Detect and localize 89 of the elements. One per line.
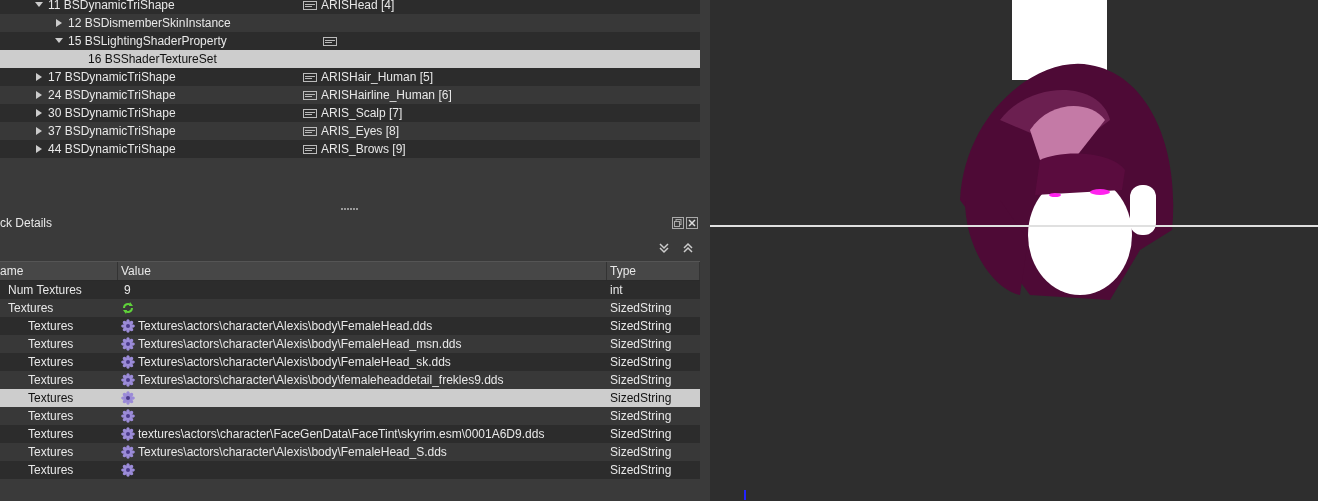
node-label: 37 BSDynamicTriShape — [48, 124, 176, 138]
property-type: SizedString — [609, 445, 673, 459]
property-row[interactable]: Textures SizedString — [0, 461, 700, 479]
tree-item[interactable]: 15 BSLightingShaderProperty — [0, 32, 700, 50]
property-name: Textures — [28, 373, 74, 387]
tree-item[interactable]: 11 BSDynamicTriShape ARISHead [4] — [0, 0, 700, 14]
float-icon[interactable] — [672, 217, 684, 229]
property-type: int — [609, 283, 624, 297]
property-name: Num Textures — [8, 283, 82, 297]
collapsed-arrow-icon[interactable] — [35, 127, 43, 135]
collapsed-arrow-icon[interactable] — [55, 19, 63, 27]
property-type: SizedString — [609, 427, 673, 441]
tree-item[interactable]: 30 BSDynamicTriShape ARIS_Scalp [7] — [0, 104, 700, 122]
panel-title: ck Details — [0, 216, 52, 230]
node-label: 17 BSDynamicTriShape — [48, 70, 176, 84]
property-name: Textures — [28, 337, 74, 351]
expanded-arrow-icon[interactable] — [35, 1, 43, 9]
text-tag-icon — [303, 108, 317, 118]
property-name: Textures — [28, 409, 74, 423]
property-name: Textures — [28, 445, 74, 459]
property-value: Textures\actors\character\Alexis\body\FemaleHead_msn.dds — [138, 337, 462, 351]
node-label: 16 BSShaderTextureSet — [88, 52, 217, 66]
collapsed-arrow-icon[interactable] — [35, 73, 43, 81]
collapsed-arrow-icon[interactable] — [35, 109, 43, 117]
node-label: 24 BSDynamicTriShape — [48, 88, 176, 102]
property-name: Textures — [28, 391, 74, 405]
flower-icon — [121, 319, 135, 333]
text-tag-icon — [303, 144, 317, 154]
tree-item[interactable]: 44 BSDynamicTriShape ARIS_Brows [9] — [0, 140, 700, 158]
property-type: SizedString — [609, 355, 673, 369]
node-name: ARISHairline_Human [6] — [321, 88, 452, 102]
property-value: Textures\actors\character\Alexis\body\FemaleHead_sk.dds — [138, 355, 451, 369]
flower-icon — [121, 355, 135, 369]
node-name: ARISHair_Human [5] — [321, 70, 434, 84]
property-row[interactable]: Textures textures\actors\character\FaceGenData\FaceTint\skyrim.esm\0001A6D9.dds SizedString — [0, 425, 700, 443]
column-header[interactable]: ame — [0, 262, 118, 280]
property-name: Textures — [8, 301, 54, 315]
node-name: ARISHead [4] — [321, 0, 395, 12]
text-tag-icon — [303, 126, 317, 136]
collapsed-arrow-icon[interactable] — [35, 145, 43, 153]
flower-icon — [121, 391, 135, 405]
flower-icon — [121, 463, 135, 477]
node-label: 11 BSDynamicTriShape — [48, 0, 175, 12]
chevron-down-icon[interactable] — [658, 242, 670, 254]
tree-item[interactable]: 17 BSDynamicTriShape ARISHair_Human [5] — [0, 68, 700, 86]
property-value: Textures\actors\character\Alexis\body\FemaleHead_S.dds — [138, 445, 447, 459]
text-tag-icon — [323, 36, 337, 46]
property-type: SizedString — [609, 409, 673, 423]
node-label: 12 BSDismemberSkinInstance — [68, 16, 231, 30]
node-name: ARIS_Brows [9] — [321, 142, 406, 156]
property-type: SizedString — [609, 319, 673, 333]
close-icon[interactable] — [686, 217, 698, 229]
text-tag-icon — [303, 0, 317, 10]
property-row[interactable]: Textures Textures\actors\character\Alexis\body\FemaleHead_sk.dds SizedString — [0, 353, 700, 371]
property-value: textures\actors\character\FaceGenData\FaceTint\skyrim.esm\0001A6D9.dds — [138, 427, 545, 441]
flower-icon — [121, 373, 135, 387]
flower-icon — [121, 445, 135, 459]
expanded-arrow-icon[interactable] — [55, 37, 63, 45]
property-row[interactable]: Textures Textures\actors\character\Alexis\body\FemaleHead.dds SizedString — [0, 317, 700, 335]
node-name: ARIS_Eyes [8] — [321, 124, 400, 138]
flower-icon — [121, 337, 135, 351]
node-label: 44 BSDynamicTriShape — [48, 142, 176, 156]
refresh-icon — [121, 301, 135, 315]
property-row[interactable]: Num Textures 9 int — [0, 281, 700, 299]
flower-icon — [121, 409, 135, 423]
splitter-handle-icon[interactable] — [341, 208, 359, 211]
property-row[interactable]: Textures SizedString — [0, 389, 700, 407]
property-name: Textures — [28, 427, 74, 441]
flower-icon — [121, 427, 135, 441]
column-header[interactable]: Value — [118, 262, 607, 280]
property-name: Textures — [28, 463, 74, 477]
property-name: Textures — [28, 319, 74, 333]
property-value: Textures\actors\character\Alexis\body\femaleheaddetail_frekles9.dds — [138, 373, 504, 387]
collapsed-arrow-icon[interactable] — [35, 91, 43, 99]
property-type: SizedString — [609, 463, 673, 477]
property-name: Textures — [28, 355, 74, 369]
chevron-up-icon[interactable] — [682, 242, 694, 254]
property-type: SizedString — [609, 337, 673, 351]
text-tag-icon — [303, 72, 317, 82]
text-tag-icon — [303, 90, 317, 100]
property-type: SizedString — [609, 391, 673, 405]
property-value: Textures\actors\character\Alexis\body\FemaleHead.dds — [138, 319, 433, 333]
tree-item[interactable]: 16 BSShaderTextureSet — [0, 50, 700, 68]
node-label: 30 BSDynamicTriShape — [48, 106, 176, 120]
property-type: SizedString — [609, 301, 673, 315]
property-value: 9 — [124, 283, 131, 297]
node-label: 15 BSLightingShaderProperty — [68, 34, 227, 48]
property-type: SizedString — [609, 373, 673, 387]
node-name: ARIS_Scalp [7] — [321, 106, 403, 120]
